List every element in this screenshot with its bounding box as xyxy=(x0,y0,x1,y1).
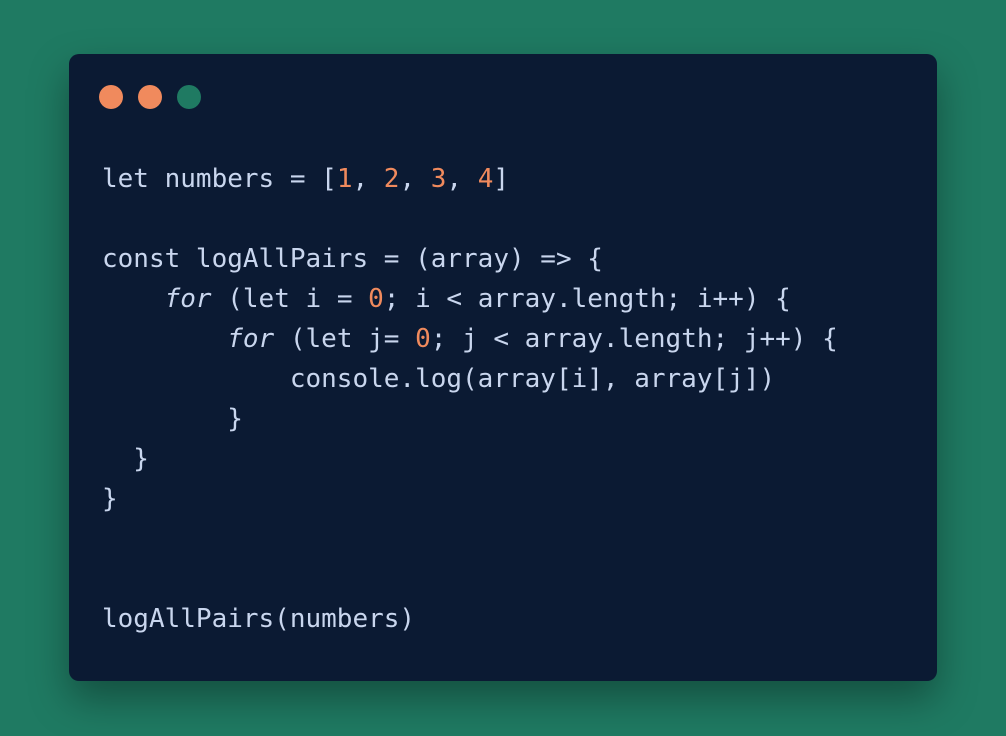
code-line: } xyxy=(102,479,838,519)
code-keyword-token: for xyxy=(164,284,212,314)
close-dot-icon[interactable] xyxy=(99,85,123,109)
code-number-token: 0 xyxy=(368,284,384,314)
code-token: (let i = xyxy=(211,284,369,314)
code-token: logAllPairs(numbers) xyxy=(102,604,416,634)
code-block: let numbers = [1, 2, 3, 4] const logAllPa… xyxy=(102,159,838,639)
code-line: } xyxy=(102,399,838,439)
code-token: , xyxy=(352,164,384,194)
code-number-token: 4 xyxy=(477,164,494,194)
code-token: (let j= xyxy=(274,324,416,354)
code-token: const logAllPairs = (array) => { xyxy=(102,244,603,274)
code-token: } xyxy=(102,404,243,434)
page-background: { "window": { "dots": [ {"name": "close"… xyxy=(0,0,1006,736)
code-window: let numbers = [1, 2, 3, 4] const logAllPa… xyxy=(69,54,937,681)
maximize-dot-icon[interactable] xyxy=(177,85,201,109)
code-line: logAllPairs(numbers) xyxy=(102,599,838,639)
code-number-token: 0 xyxy=(415,324,431,354)
code-token: ; j < array.length; j++) { xyxy=(430,324,838,354)
code-token: } xyxy=(102,484,118,514)
code-token: } xyxy=(102,444,149,474)
code-token: , xyxy=(446,164,478,194)
code-line: for (let j= 0; j < array.length; j++) { xyxy=(102,319,838,359)
code-token: let numbers = [ xyxy=(102,164,337,194)
code-line: let numbers = [1, 2, 3, 4] xyxy=(102,159,838,199)
code-token: , xyxy=(399,164,431,194)
code-token: ] xyxy=(493,164,510,194)
code-line: const logAllPairs = (array) => { xyxy=(102,239,838,279)
code-number-token: 3 xyxy=(430,164,447,194)
code-number-token: 1 xyxy=(336,164,353,194)
code-keyword-token: for xyxy=(227,324,275,354)
code-line: for (let i = 0; i < array.length; i++) { xyxy=(102,279,838,319)
code-token: console.log(array[i], array[j]) xyxy=(102,364,776,394)
window-controls xyxy=(99,85,201,109)
code-token: ; i < array.length; i++) { xyxy=(383,284,791,314)
code-line: } xyxy=(102,439,838,479)
code-line: console.log(array[i], array[j]) xyxy=(102,359,838,399)
minimize-dot-icon[interactable] xyxy=(138,85,162,109)
code-number-token: 2 xyxy=(383,164,400,194)
